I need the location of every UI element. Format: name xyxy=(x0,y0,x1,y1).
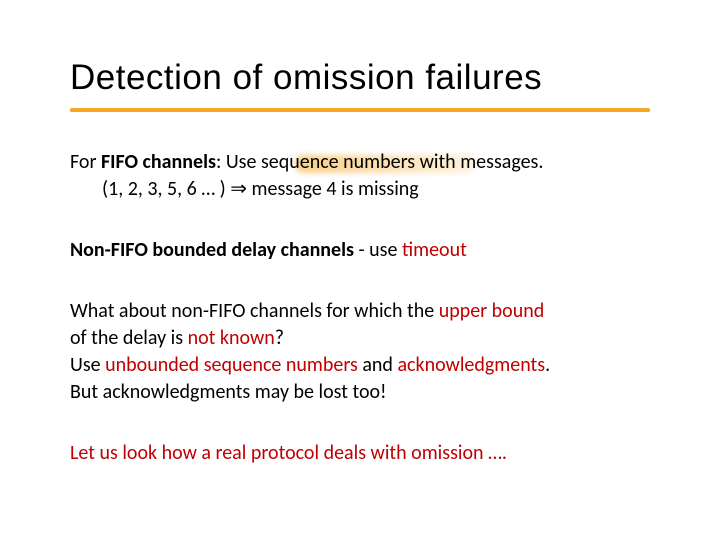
text: What about non-FIFO channels for which t… xyxy=(70,299,439,323)
line-fifo-example: (1, 2, 3, 5, 6 … ) ⇒ message 4 is missin… xyxy=(70,176,650,203)
slide-title: Detection of omission failures xyxy=(70,58,650,98)
term-sequence-numbers: sequence numbers xyxy=(261,150,415,174)
line-q2: of the delay is not known? xyxy=(70,325,650,352)
term-timeout: timeout xyxy=(402,238,467,262)
paragraph-nonfifo-bounded: Non-FIFO bounded delay channels - use ti… xyxy=(70,237,650,264)
paragraph-unknown-delay: What about non-FIFO channels for which t… xyxy=(70,298,650,406)
paragraph-fifo: For FIFO channels: Use sequence numbers … xyxy=(70,149,650,203)
term-acknowledgments: acknowledgments xyxy=(397,353,545,377)
text: . xyxy=(545,353,550,377)
title-underline xyxy=(70,108,650,111)
line-q1: What about non-FIFO channels for which t… xyxy=(70,298,650,325)
term-not-known: not known xyxy=(188,326,275,350)
term-nonfifo-bounded: Non-FIFO bounded delay channels xyxy=(70,238,354,262)
term-unbounded-seq: unbounded sequence numbers xyxy=(105,353,358,377)
term-upper-bound: upper bound xyxy=(439,299,545,323)
text: : Use xyxy=(216,150,261,174)
paragraph-closing: Let us look how a real protocol deals wi… xyxy=(70,440,650,467)
line-use: Use unbounded sequence numbers and ackno… xyxy=(70,352,650,379)
closing-text: Let us look how a real protocol deals wi… xyxy=(70,441,507,465)
line-but: But acknowledgments may be lost too! xyxy=(70,379,650,406)
text: Use xyxy=(70,353,105,377)
text: - use xyxy=(354,238,402,262)
text: with messages. xyxy=(415,150,543,174)
term-fifo-channels: FIFO channels xyxy=(101,150,216,174)
text: and xyxy=(358,353,398,377)
slide-body: For FIFO channels: Use sequence numbers … xyxy=(70,149,650,467)
text: of the delay is xyxy=(70,326,188,350)
line-fifo-1: For FIFO channels: Use sequence numbers … xyxy=(70,149,650,176)
slide: Detection of omission failures For FIFO … xyxy=(0,0,720,540)
accent-line xyxy=(70,108,650,111)
text: ? xyxy=(275,326,284,350)
text: For xyxy=(70,150,101,174)
